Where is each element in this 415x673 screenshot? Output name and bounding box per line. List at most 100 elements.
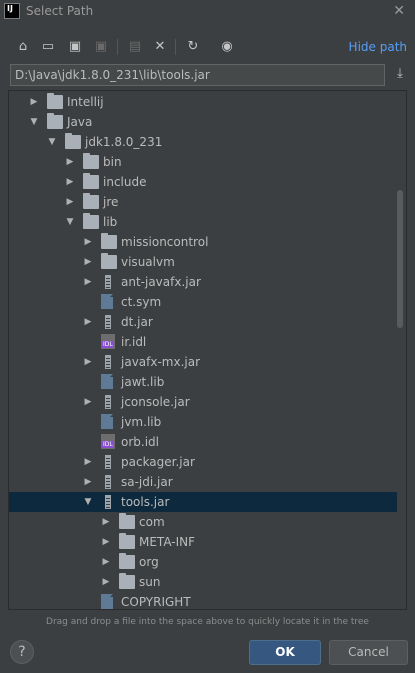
folder-icon: [83, 193, 99, 209]
chevron-down-icon[interactable]: ▼: [83, 492, 93, 512]
tree-row[interactable]: ▼ tools.jar: [9, 492, 397, 512]
chevron-right-icon[interactable]: ▶: [101, 552, 111, 572]
chevron-right-icon[interactable]: ▶: [83, 232, 93, 252]
project-folder-icon[interactable]: ▣: [66, 38, 84, 56]
idl-file-icon: [101, 334, 115, 349]
ok-button[interactable]: OK: [249, 640, 321, 665]
tree-row-label: ct.sym: [121, 295, 162, 309]
tree-row[interactable]: ▶ visualvm: [9, 252, 397, 272]
chevron-right-icon[interactable]: ▶: [83, 252, 93, 272]
chevron-right-icon[interactable]: ▶: [83, 312, 93, 332]
tree-row[interactable]: ▶ packager.jar: [9, 452, 397, 472]
folder-icon: [101, 253, 117, 269]
tree-row[interactable]: ▼ jdk1.8.0_231: [9, 132, 397, 152]
toolbar-separator: [117, 39, 118, 55]
chevron-down-icon[interactable]: ▼: [47, 132, 57, 152]
jar-icon: [105, 495, 111, 509]
tree-row[interactable]: orb.idl: [9, 432, 397, 452]
hide-path-link[interactable]: Hide path: [349, 40, 407, 54]
tree-row-label: jre: [103, 195, 119, 209]
tree-row-label: bin: [103, 155, 122, 169]
chevron-right-icon[interactable]: ▶: [83, 472, 93, 492]
tree-row[interactable]: ▶ include: [9, 172, 397, 192]
download-icon[interactable]: ⤓: [392, 66, 408, 84]
tree-row-label: include: [103, 175, 147, 189]
tree-row-label: jconsole.jar: [121, 395, 190, 409]
tree-row-label: ant-javafx.jar: [121, 275, 201, 289]
delete-icon[interactable]: ✕: [151, 38, 169, 56]
tree-row[interactable]: ▼ lib: [9, 212, 397, 232]
path-input[interactable]: D:\Java\jdk1.8.0_231\lib\tools.jar: [10, 64, 385, 86]
tree-row[interactable]: ▶ jre: [9, 192, 397, 212]
tree-row-label: lib: [103, 215, 118, 229]
help-button[interactable]: ?: [10, 640, 34, 664]
tree-row[interactable]: ▼ Java: [9, 112, 397, 132]
tree-row-label: META-INF: [139, 535, 196, 549]
dialog-title: Select Path: [26, 4, 94, 18]
toolbar-separator: [175, 39, 176, 55]
module-folder-icon[interactable]: ▣: [92, 38, 110, 56]
tree-row-label: org: [139, 555, 159, 569]
tree-row[interactable]: ct.sym: [9, 292, 397, 312]
jar-icon: [105, 275, 111, 289]
tree-row[interactable]: ▶ javafx-mx.jar: [9, 352, 397, 372]
tree-row-label: javafx-mx.jar: [121, 355, 201, 369]
chevron-right-icon[interactable]: ▶: [83, 352, 93, 372]
file-icon: [101, 413, 114, 429]
chevron-right-icon[interactable]: ▶: [29, 92, 39, 112]
tree-row-label: sun: [139, 575, 161, 589]
tree-row[interactable]: ir.idl: [9, 332, 397, 352]
tree-row[interactable]: ▶ bin: [9, 152, 397, 172]
tree-row[interactable]: ▶ Intellij: [9, 92, 397, 112]
tree-row[interactable]: jvm.lib: [9, 412, 397, 432]
tree-row[interactable]: jawt.lib: [9, 372, 397, 392]
chevron-right-icon[interactable]: ▶: [65, 192, 75, 212]
tree-scrollbar[interactable]: [397, 190, 403, 328]
folder-icon: [101, 233, 117, 249]
chevron-right-icon[interactable]: ▶: [101, 572, 111, 592]
chevron-right-icon[interactable]: ▶: [101, 532, 111, 552]
tree-row[interactable]: ▶ org: [9, 552, 397, 572]
tree-row[interactable]: ▶ sa-jdi.jar: [9, 472, 397, 492]
new-folder-icon[interactable]: ▤: [126, 38, 144, 56]
tree-row[interactable]: ▶ META-INF: [9, 532, 397, 552]
jar-icon: [105, 395, 111, 409]
folder-icon: [47, 113, 63, 129]
tree-row[interactable]: ▶ sun: [9, 572, 397, 592]
tree-row[interactable]: ▶ ant-javafx.jar: [9, 272, 397, 292]
chevron-right-icon[interactable]: ▶: [65, 172, 75, 192]
folder-icon: [83, 153, 99, 169]
tree-row[interactable]: ▶ dt.jar: [9, 312, 397, 332]
home-icon[interactable]: ⌂: [14, 38, 32, 56]
folder-icon: [83, 173, 99, 189]
chevron-down-icon[interactable]: ▼: [29, 112, 39, 132]
idl-file-icon: [101, 434, 115, 449]
title-bar: IJ Select Path ✕: [0, 0, 415, 24]
chevron-right-icon[interactable]: ▶: [101, 512, 111, 532]
jar-icon: [105, 315, 111, 329]
tree-row[interactable]: ▶ missioncontrol: [9, 232, 397, 252]
chevron-right-icon[interactable]: ▶: [83, 452, 93, 472]
tree-row-label: visualvm: [121, 255, 175, 269]
desktop-icon[interactable]: ▭: [39, 38, 57, 56]
tree-row-label: jawt.lib: [121, 375, 165, 389]
cancel-button[interactable]: Cancel: [329, 640, 408, 665]
jar-icon: [105, 475, 111, 489]
file-tree[interactable]: ▶ Intellij ▼ Java ▼ jdk1.8.0_231 ▶ bin ▶ include ▶…: [8, 90, 407, 610]
tree-row-label: Java: [67, 115, 93, 129]
chevron-down-icon[interactable]: ▼: [65, 212, 75, 232]
tree-row[interactable]: ▶ com: [9, 512, 397, 532]
tree-row[interactable]: ▶ jconsole.jar: [9, 392, 397, 412]
refresh-icon[interactable]: ↻: [184, 38, 202, 56]
file-icon: [101, 373, 114, 389]
chevron-right-icon[interactable]: ▶: [65, 152, 75, 172]
chevron-right-icon[interactable]: ▶: [83, 272, 93, 292]
tree-row-label: missioncontrol: [121, 235, 209, 249]
tree-row[interactable]: COPYRIGHT: [9, 592, 397, 609]
show-hidden-files-icon[interactable]: ◉: [218, 38, 236, 56]
tree-row-label: ir.idl: [121, 335, 147, 349]
tree-row-label: jdk1.8.0_231: [85, 135, 163, 149]
chevron-right-icon[interactable]: ▶: [83, 392, 93, 412]
jar-icon: [105, 455, 111, 469]
close-icon[interactable]: ✕: [393, 3, 405, 19]
